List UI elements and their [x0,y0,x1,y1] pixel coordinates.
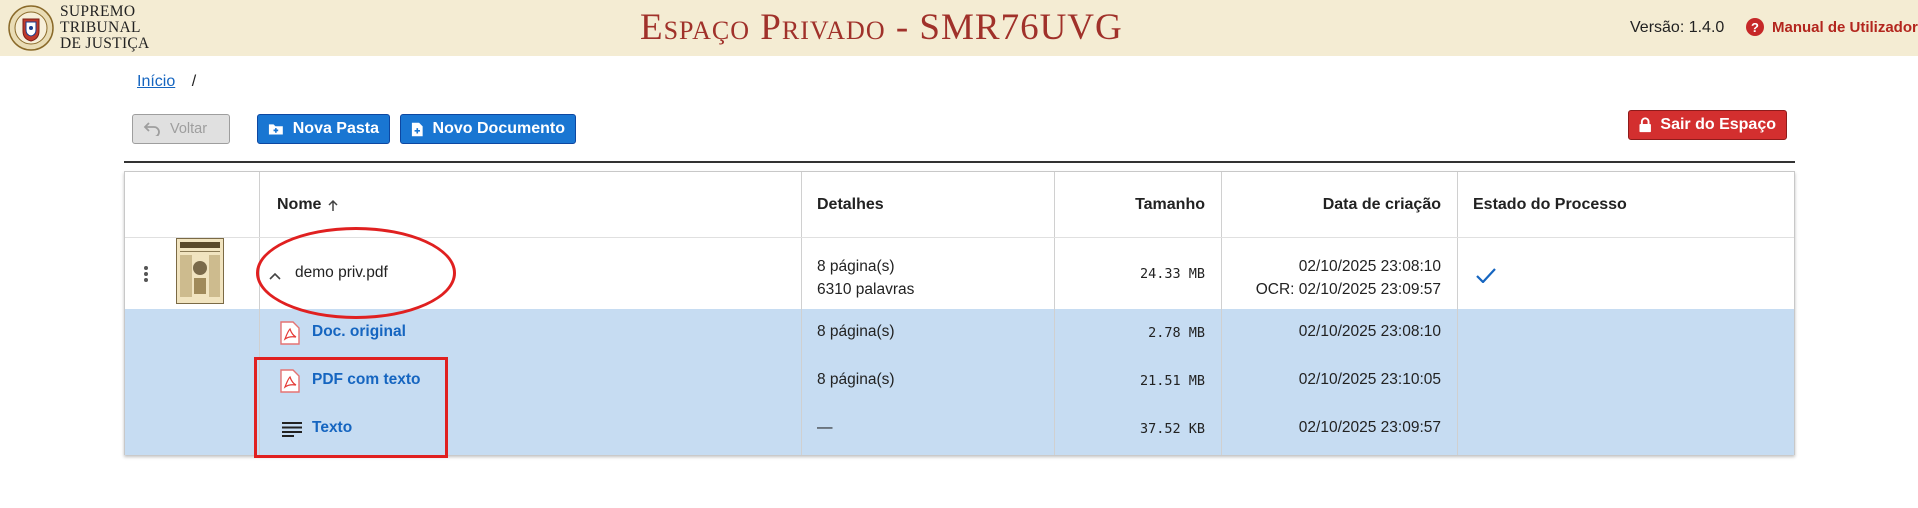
subrow-details: — [817,419,833,436]
new-folder-label: Nova Pasta [292,120,379,137]
page-title: Espaço Privado - SMR76UVG [640,7,1123,48]
files-table: Nome Detalhes Tamanho Data de criação Es… [124,171,1795,455]
text-lines-icon [282,422,302,437]
subrow-created: 02/10/2025 23:09:57 [1298,419,1441,436]
file-ocr-date: OCR: 02/10/2025 23:09:57 [1255,281,1441,298]
subrow-size: 21.51 MB [1139,373,1205,389]
new-document-button[interactable]: Novo Documento [400,114,576,144]
user-manual-label: Manual de Utilizador [1772,18,1918,36]
checkmark-icon [1476,268,1496,283]
pdf-with-text-link[interactable]: PDF com texto [312,371,421,389]
column-header-name[interactable]: Nome [277,196,339,214]
subrow-created: 02/10/2025 23:08:10 [1298,323,1441,340]
user-manual-link[interactable]: ? Manual de Utilizador [1746,18,1918,36]
subrow-size: 2.78 MB [1148,325,1205,341]
court-seal-logo [8,5,54,51]
subrow-details: 8 página(s) [817,371,895,388]
subrow-created: 02/10/2025 23:10:05 [1298,371,1441,388]
file-word-count: 6310 palavras [817,281,915,298]
pdf-icon [280,321,300,345]
back-button[interactable]: Voltar [132,114,230,144]
file-dates: 02/10/2025 23:08:10 OCR: 02/10/2025 23:0… [1225,255,1441,301]
exit-space-button[interactable]: Sair do Espaço [1628,110,1787,140]
court-name-line-3: DE JUSTIÇA [60,35,150,52]
back-button-label: Voltar [170,121,208,137]
column-header-created: Data de criação [1322,196,1441,213]
column-header-status: Estado do Processo [1473,196,1627,213]
breadcrumb: Início / [137,73,196,91]
court-name: SUPREMO TRIBUNAL DE JUSTIÇA [60,4,150,52]
document-thumbnail[interactable] [176,238,224,304]
app-header: SUPREMO TRIBUNAL DE JUSTIÇA Espaço Priva… [0,0,1918,56]
folder-plus-icon [268,124,283,135]
subrow-details: 8 página(s) [817,323,895,340]
version-label: Versão: 1.4.0 [1630,19,1725,36]
file-page-count: 8 página(s) [817,258,895,275]
table-row: demo priv.pdf 8 página(s) 6310 palavras … [125,238,1794,309]
column-header-name-label: Nome [277,196,322,213]
file-plus-icon [411,122,423,136]
subrow-size: 37.52 KB [1139,421,1205,437]
arrow-up-icon [328,199,338,211]
court-name-line-2: TRIBUNAL [60,19,141,36]
file-size: 24.33 MB [1139,266,1205,282]
lock-icon [1639,117,1651,133]
pdf-icon [280,369,300,393]
exit-space-label: Sair do Espaço [1660,116,1776,133]
original-document-link[interactable]: Doc. original [312,323,406,341]
chevron-up-icon[interactable] [269,272,281,280]
new-folder-button[interactable]: Nova Pasta [257,114,390,144]
table-row: PDF com texto 8 página(s) 21.51 MB 02/10… [125,357,1794,405]
text-link[interactable]: Texto [312,419,352,437]
file-name[interactable]: demo priv.pdf [295,264,388,282]
file-created-date: 02/10/2025 23:08:10 [1298,258,1441,275]
undo-icon [143,122,160,136]
court-name-line-1: SUPREMO [60,3,136,20]
more-vertical-icon[interactable] [143,265,149,283]
breadcrumb-separator: / [191,73,197,90]
column-header-details: Detalhes [817,196,884,213]
table-row: Texto — 37.52 KB 02/10/2025 23:09:57 [125,405,1794,453]
column-header-size: Tamanho [1135,196,1205,213]
new-document-label: Novo Documento [432,120,565,137]
table-row: Doc. original 8 página(s) 2.78 MB 02/10/… [125,309,1794,357]
toolbar-divider [124,161,1795,163]
file-details: 8 página(s) 6310 palavras [817,255,914,301]
help-icon: ? [1746,18,1764,36]
breadcrumb-home-link[interactable]: Início [137,73,175,90]
